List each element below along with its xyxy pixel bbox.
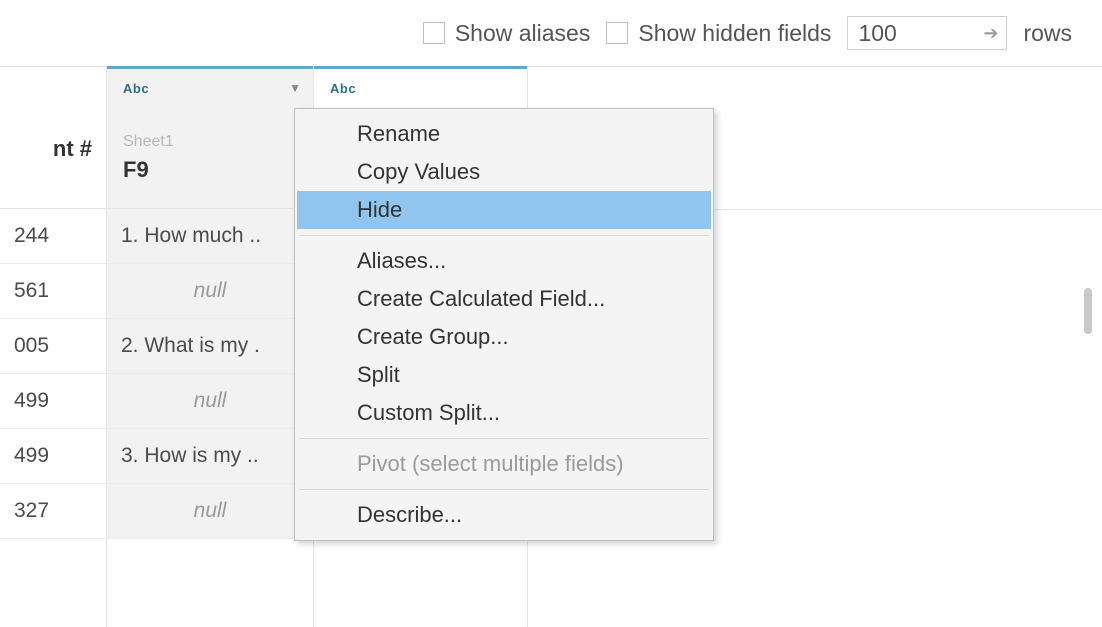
menu-separator	[299, 489, 709, 490]
grid-cell[interactable]: 2. What is my .	[107, 319, 313, 374]
menu-item-split[interactable]: Split	[297, 356, 711, 394]
menu-item-describe[interactable]: Describe...	[297, 496, 711, 534]
scrollbar-thumb[interactable]	[1084, 288, 1092, 334]
grid-column: Abc ▼ Sheet1 F9 1. How much .. null 2. W…	[107, 66, 314, 627]
column-header[interactable]: nt #	[0, 66, 106, 209]
grid-column: nt # 244 561 005 499 499 327	[0, 66, 107, 627]
show-aliases-label: Show aliases	[455, 20, 591, 47]
grid-cell[interactable]: 244	[0, 209, 106, 264]
grid-cell[interactable]: 561	[0, 264, 106, 319]
grid-cell[interactable]: 005	[0, 319, 106, 374]
menu-separator	[299, 235, 709, 236]
grid-cell[interactable]: 499	[0, 429, 106, 484]
menu-item-create-group[interactable]: Create Group...	[297, 318, 711, 356]
column-header[interactable]: Abc ▼ Sheet1 F9	[107, 66, 313, 209]
grid-cell[interactable]: null	[107, 374, 313, 429]
column-type-icon: Abc	[123, 81, 149, 96]
grid-cell[interactable]: 327	[0, 484, 106, 539]
chevron-down-icon[interactable]: ▼	[289, 81, 301, 95]
rows-label: rows	[1023, 20, 1072, 47]
grid-cell[interactable]: null	[107, 484, 313, 539]
menu-item-copy-values[interactable]: Copy Values	[297, 153, 711, 191]
show-hidden-fields-label: Show hidden fields	[638, 20, 831, 47]
menu-item-aliases[interactable]: Aliases...	[297, 242, 711, 280]
show-hidden-fields-checkbox[interactable]	[606, 22, 628, 44]
menu-item-custom-split[interactable]: Custom Split...	[297, 394, 711, 432]
column-field-name: F9	[123, 157, 301, 183]
grid-cell[interactable]: 1. How much ..	[107, 209, 313, 264]
menu-item-create-calculated-field[interactable]: Create Calculated Field...	[297, 280, 711, 318]
arrow-right-icon: ➔	[983, 23, 998, 44]
rows-input-value: 100	[858, 20, 896, 47]
show-hidden-fields-option[interactable]: Show hidden fields	[606, 20, 831, 47]
grid-cell[interactable]: 3. How is my ..	[107, 429, 313, 484]
menu-item-rename[interactable]: Rename	[297, 115, 711, 153]
rows-input[interactable]: 100 ➔	[847, 16, 1007, 50]
column-field-name: nt #	[16, 136, 94, 162]
menu-separator	[299, 438, 709, 439]
grid-cell[interactable]: null	[107, 264, 313, 319]
menu-item-hide[interactable]: Hide	[297, 191, 711, 229]
grid-cell[interactable]: 499	[0, 374, 106, 429]
column-type-icon: Abc	[330, 81, 356, 96]
show-aliases-option[interactable]: Show aliases	[423, 20, 591, 47]
menu-item-pivot: Pivot (select multiple fields)	[297, 445, 711, 483]
grid-options-bar: Show aliases Show hidden fields 100 ➔ ro…	[0, 0, 1102, 66]
column-source-label: Sheet1	[123, 133, 301, 151]
column-context-menu: Rename Copy Values Hide Aliases... Creat…	[294, 108, 714, 541]
show-aliases-checkbox[interactable]	[423, 22, 445, 44]
